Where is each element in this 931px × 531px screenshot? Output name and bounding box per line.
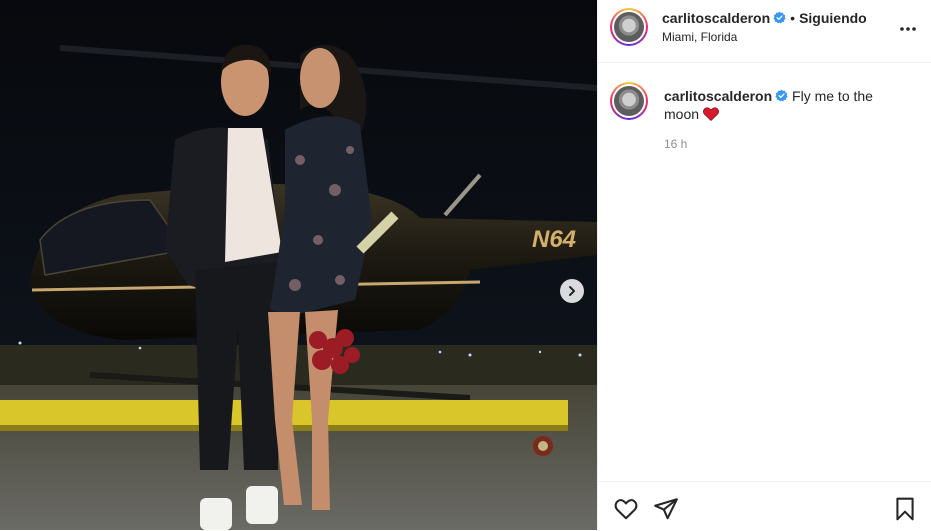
location-link[interactable]: Miami, Florida bbox=[662, 30, 737, 44]
post-photo[interactable]: N64 bbox=[0, 0, 597, 530]
post-header: carlitoscalderon • Siguiendo Miami, Florid… bbox=[598, 0, 931, 63]
tail-number-text: N64 bbox=[532, 226, 576, 253]
bookmark-icon[interactable] bbox=[892, 496, 918, 522]
avatar[interactable] bbox=[610, 8, 648, 46]
caption-username[interactable]: carlitoscalderon bbox=[664, 88, 772, 104]
post-image: N64 bbox=[0, 0, 597, 530]
post-actions bbox=[598, 481, 931, 531]
next-photo-button[interactable] bbox=[560, 279, 584, 303]
caption: carlitoscalderon Fly me to the moon bbox=[664, 87, 904, 123]
red-heart-emoji-icon bbox=[702, 107, 719, 121]
separator-dot: • bbox=[790, 10, 796, 26]
chevron-right-icon bbox=[569, 286, 575, 296]
header-username[interactable]: carlitoscalderon bbox=[662, 10, 770, 26]
more-options-icon[interactable] bbox=[899, 16, 917, 37]
post-timestamp[interactable]: 16 h bbox=[664, 137, 687, 151]
heart-icon[interactable] bbox=[613, 496, 639, 522]
post-sidebar: carlitoscalderon • Siguiendo Miami, Florid… bbox=[597, 0, 931, 530]
follow-status-button[interactable]: Siguiendo bbox=[799, 10, 867, 26]
verified-badge-icon bbox=[773, 11, 786, 24]
paper-plane-icon[interactable] bbox=[653, 496, 679, 522]
verified-badge-icon bbox=[775, 89, 788, 102]
caption-avatar[interactable] bbox=[610, 82, 648, 120]
